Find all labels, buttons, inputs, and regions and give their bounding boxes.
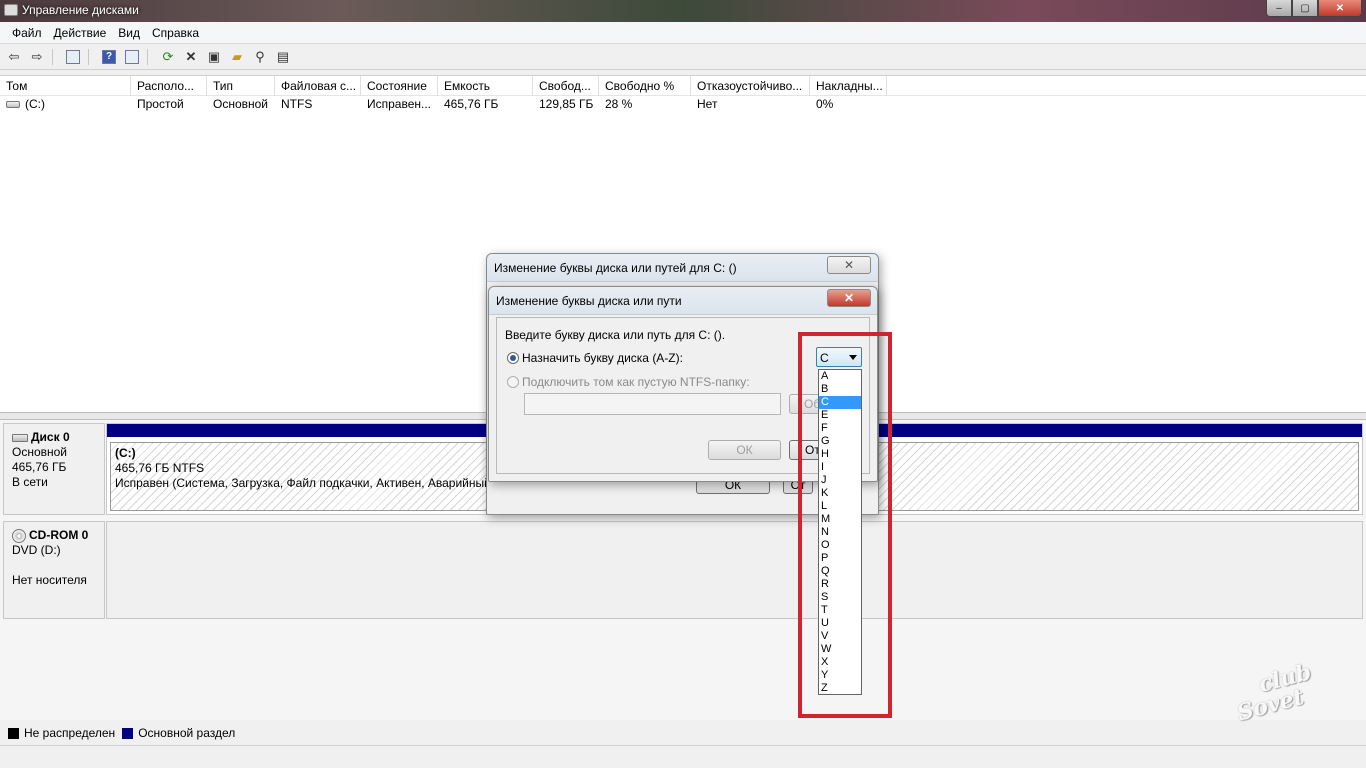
- legend-swatch-primary: [122, 727, 134, 739]
- assign-letter-label[interactable]: Назначить букву диска (A-Z):: [522, 351, 683, 365]
- legend: Не распределен Основной раздел: [0, 723, 1366, 743]
- column-header-type[interactable]: Тип: [207, 76, 275, 96]
- cdrom-0-status: Нет носителя: [12, 573, 87, 587]
- refresh-icon[interactable]: ⟳: [158, 47, 178, 67]
- cell-overhead: 0%: [816, 97, 834, 111]
- cell-free-percent: 28 %: [605, 97, 633, 111]
- cdrom-0-media-area: [106, 521, 1363, 619]
- show-hide-console-tree-icon[interactable]: [63, 47, 83, 67]
- column-header-layout[interactable]: Располо...: [131, 76, 207, 96]
- cdrom-0-type: DVD (D:): [12, 543, 61, 557]
- cdrom-icon: [12, 528, 26, 543]
- back-icon[interactable]: ⇦: [4, 47, 24, 67]
- column-header-filesystem[interactable]: Файловая с...: [275, 76, 361, 96]
- help-icon[interactable]: ?: [99, 47, 119, 67]
- inner-dialog-close-button[interactable]: ✕: [827, 289, 871, 307]
- disk-0-label[interactable]: Диск 0 Основной 465,76 ГБ В сети: [3, 423, 105, 515]
- cell-volume: (C:): [25, 97, 45, 111]
- assign-letter-radio[interactable]: [507, 352, 519, 364]
- delete-icon[interactable]: ✕: [181, 47, 201, 67]
- menu-file[interactable]: Файл: [6, 26, 48, 40]
- cell-type: Основной: [213, 97, 269, 111]
- cdrom-0-size: [12, 558, 104, 573]
- disk-management-app-icon: [4, 4, 18, 16]
- toolbar-separator: [147, 48, 153, 65]
- column-header-status[interactable]: Состояние: [361, 76, 438, 96]
- cell-layout: Простой: [137, 97, 184, 111]
- mount-folder-label[interactable]: Подключить том как пустую NTFS-папку:: [522, 375, 750, 389]
- column-header-capacity[interactable]: Емкость: [438, 76, 533, 96]
- menu-view[interactable]: Вид: [112, 26, 146, 40]
- outer-dialog-close-button[interactable]: ✕: [827, 256, 871, 274]
- disk-0-type: Основной: [12, 445, 68, 459]
- inner-dialog-ok-button[interactable]: ОК: [708, 440, 781, 460]
- column-header-free-percent[interactable]: Свободно %: [599, 76, 691, 96]
- cdrom-0-name: CD-ROM 0: [29, 528, 89, 542]
- column-header-free-space[interactable]: Свобод...: [533, 76, 599, 96]
- cdrom-0-label[interactable]: CD-ROM 0 DVD (D:) Нет носителя: [3, 521, 105, 619]
- open-icon[interactable]: ▰: [227, 47, 247, 67]
- path-prompt-text: Введите букву диска или путь для C: ().: [505, 328, 726, 342]
- cell-status: Исправен...: [367, 97, 432, 111]
- legend-label-primary: Основной раздел: [138, 726, 236, 740]
- menu-help[interactable]: Справка: [146, 26, 205, 40]
- cell-free-space: 129,85 ГБ: [539, 97, 594, 111]
- status-bar: [0, 745, 1366, 768]
- toolbar-separator: [52, 48, 58, 65]
- close-button[interactable]: ✕: [1318, 0, 1362, 17]
- search-icon[interactable]: ⚲: [250, 47, 270, 67]
- disk-icon: [12, 433, 28, 442]
- cell-fault-tolerance: Нет: [697, 97, 718, 111]
- menu-action[interactable]: Действие: [48, 26, 113, 40]
- forward-icon[interactable]: ⇨: [27, 47, 47, 67]
- properties-icon[interactable]: [122, 47, 142, 67]
- red-highlight-frame: [798, 332, 892, 718]
- window-titlebar: Управление дисками – ▢ ✕: [0, 0, 1366, 22]
- mount-folder-radio[interactable]: [507, 376, 519, 388]
- toolbar-separator: [88, 48, 94, 65]
- legend-label-unallocated: Не распределен: [24, 726, 116, 740]
- cell-capacity: 465,76 ГБ: [444, 97, 499, 111]
- legend-swatch-unallocated: [8, 727, 19, 739]
- disk-0-status: В сети: [12, 475, 48, 489]
- inner-dialog-title: Изменение буквы диска или пути: [489, 287, 877, 315]
- outer-dialog-title: Изменение буквы диска или путей для C: (…: [487, 254, 878, 282]
- minimize-button[interactable]: –: [1266, 0, 1292, 17]
- rescan-icon[interactable]: ▣: [204, 47, 224, 67]
- volume-list-header: Том Располо... Тип Файловая с... Состоян…: [0, 76, 1366, 96]
- cell-filesystem: NTFS: [281, 97, 313, 111]
- table-row[interactable]: (C:) Простой Основной NTFS Исправен... 4…: [0, 96, 1366, 113]
- toolbar: ⇦ ⇨ ? ⟳ ✕ ▣ ▰ ⚲ ▤: [0, 44, 1366, 70]
- column-header-overhead[interactable]: Накладны...: [810, 76, 887, 96]
- settings-icon[interactable]: ▤: [273, 47, 293, 67]
- disk-0-size: 465,76 ГБ: [12, 460, 67, 474]
- window-controls: – ▢ ✕: [1266, 0, 1362, 17]
- menu-bar: Файл Действие Вид Справка: [0, 22, 1366, 44]
- window-title: Управление дисками: [22, 3, 139, 17]
- column-header-fault-tolerance[interactable]: Отказоустойчиво...: [691, 76, 810, 96]
- maximize-button[interactable]: ▢: [1292, 0, 1318, 17]
- drive-icon: [6, 101, 20, 109]
- folder-path-input[interactable]: [524, 393, 781, 415]
- disk-0-name: Диск 0: [31, 430, 70, 444]
- column-header-volume[interactable]: Том: [0, 76, 131, 96]
